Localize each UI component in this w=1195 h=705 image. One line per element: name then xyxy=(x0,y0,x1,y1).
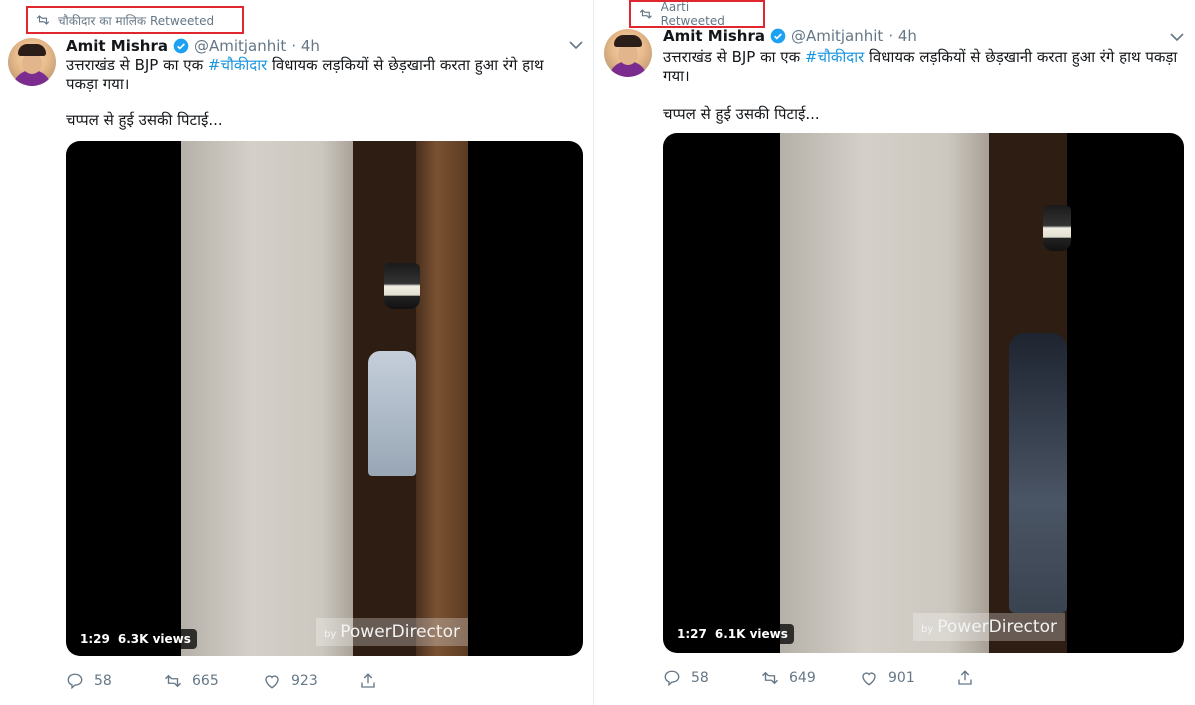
like-icon xyxy=(265,675,279,689)
avatar[interactable] xyxy=(604,29,652,77)
avatar[interactable] xyxy=(8,38,56,86)
chevron-down-icon[interactable] xyxy=(569,40,583,50)
tweet-text-line2: चप्पल से हुई उसकी पिटाई... xyxy=(66,111,223,129)
powerdirector-watermark: by PowerDirector xyxy=(913,613,1065,641)
share-icon xyxy=(958,670,972,685)
video-stats-badge: 1:27 6.1K views xyxy=(671,624,794,644)
author-handle[interactable]: @Amitjanhit xyxy=(194,37,286,55)
video-stats-badge: 1:29 6.3K views xyxy=(74,629,197,649)
retweet-context-highlight: चौकीदार का मालिक Retweeted xyxy=(26,6,244,34)
tweet-actions: 58 649 901 xyxy=(663,669,974,687)
like-button[interactable]: 923 xyxy=(263,672,359,690)
video-views: 6.3K views xyxy=(117,632,191,646)
retweet-count: 665 xyxy=(192,673,219,689)
tweet-text: उत्तराखंड से BJP का एक #चौकीदार विधायक ल… xyxy=(663,48,1178,85)
video-player[interactable]: 1:29 6.3K views by PowerDirector xyxy=(66,141,583,656)
verified-badge-icon xyxy=(173,38,189,54)
retweet-button[interactable]: 649 xyxy=(761,669,860,687)
tweet-card-right[interactable]: Aarti Retweeted Amit Mishra @Amitjanhit … xyxy=(593,0,1195,705)
author-handle[interactable]: @Amitjanhit xyxy=(791,27,883,45)
share-button[interactable] xyxy=(956,669,974,687)
retweet-icon xyxy=(36,15,50,25)
retweeted-by[interactable]: चौकीदार का मालिक Retweeted xyxy=(58,12,214,29)
reply-button[interactable]: 58 xyxy=(66,672,164,690)
author-name[interactable]: Amit Mishra xyxy=(66,37,168,55)
retweeted-by[interactable]: Aarti Retweeted xyxy=(661,0,755,28)
reply-count: 58 xyxy=(94,673,112,689)
tweet-header: Amit Mishra @Amitjanhit · 4h xyxy=(66,37,320,55)
reply-count: 58 xyxy=(691,670,709,686)
tweet-time[interactable]: · 4h xyxy=(291,37,320,55)
reply-icon xyxy=(67,673,83,690)
like-count: 923 xyxy=(291,673,318,689)
retweet-icon xyxy=(762,671,778,685)
like-count: 901 xyxy=(888,670,915,686)
verified-badge-icon xyxy=(770,28,786,44)
share-icon xyxy=(361,673,375,688)
chevron-down-icon[interactable] xyxy=(1170,32,1184,42)
video-player[interactable]: 1:27 6.1K views by PowerDirector xyxy=(663,133,1184,653)
video-duration: 1:29 xyxy=(80,632,110,646)
share-button[interactable] xyxy=(359,672,377,690)
tweet-text-line2: चप्पल से हुई उसकी पिटाई... xyxy=(663,105,820,123)
tweet-actions: 58 665 923 xyxy=(66,672,377,690)
powerdirector-watermark: by PowerDirector xyxy=(316,618,468,646)
video-duration: 1:27 xyxy=(677,627,707,641)
retweet-icon xyxy=(165,674,181,688)
retweet-icon xyxy=(639,9,652,19)
retweet-button[interactable]: 665 xyxy=(164,672,263,690)
reply-icon xyxy=(664,670,680,687)
tweet-header: Amit Mishra @Amitjanhit · 4h xyxy=(663,27,917,45)
hashtag-link[interactable]: #चौकीदार xyxy=(805,48,864,66)
reply-button[interactable]: 58 xyxy=(663,669,761,687)
retweet-count: 649 xyxy=(789,670,816,686)
tweet-text: उत्तराखंड से BJP का एक #चौकीदार विधायक ल… xyxy=(66,56,544,93)
like-icon xyxy=(862,672,876,686)
tweet-time[interactable]: · 4h xyxy=(888,27,917,45)
retweet-context-highlight: Aarti Retweeted xyxy=(629,0,765,28)
author-name[interactable]: Amit Mishra xyxy=(663,27,765,45)
tweet-card-left[interactable]: चौकीदार का मालिक Retweeted Amit Mishra @… xyxy=(0,0,593,705)
like-button[interactable]: 901 xyxy=(860,669,956,687)
video-views: 6.1K views xyxy=(714,627,788,641)
hashtag-link[interactable]: #चौकीदार xyxy=(208,56,267,74)
